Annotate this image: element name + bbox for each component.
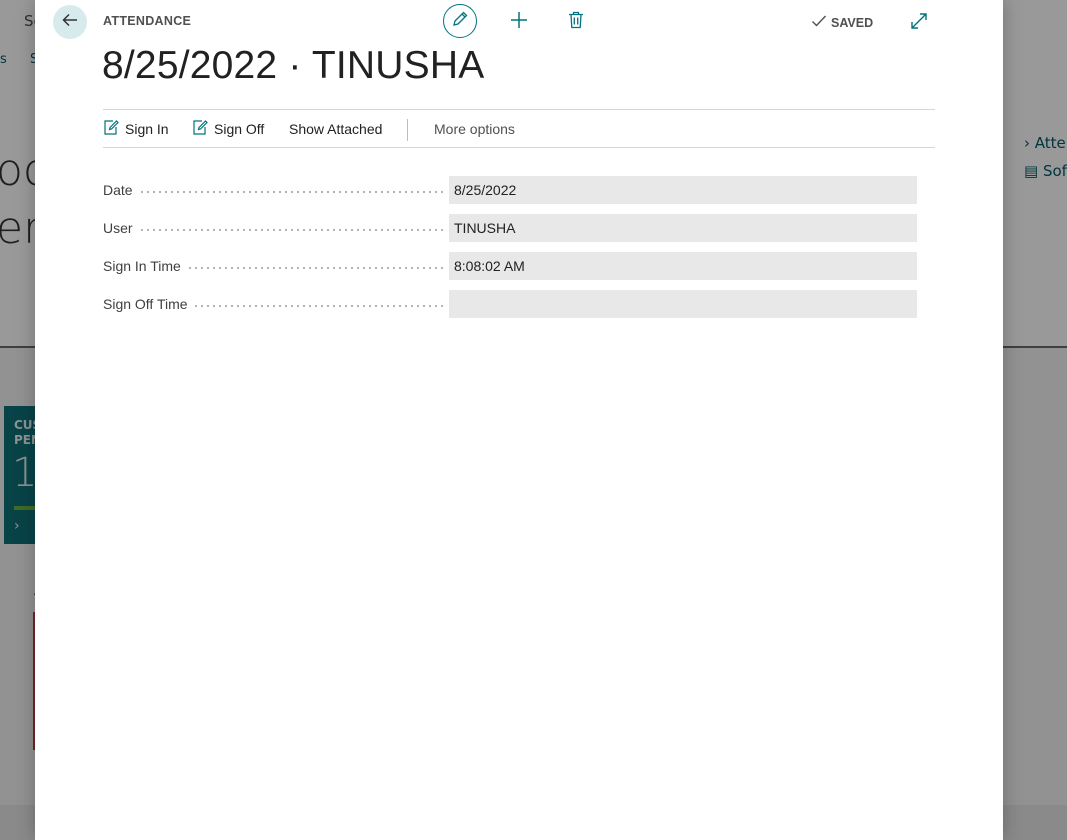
field-date: Date 8/25/2022 xyxy=(103,176,918,204)
checkmark-icon xyxy=(811,14,827,31)
field-label: Sign Off Time xyxy=(103,290,443,318)
page-caption: ATTENDANCE xyxy=(103,14,192,28)
more-options-button[interactable]: More options xyxy=(434,110,515,148)
saved-label: SAVED xyxy=(831,15,874,30)
back-button[interactable] xyxy=(53,5,87,39)
field-label: Sign In Time xyxy=(103,252,443,280)
arrow-left-icon xyxy=(61,11,79,33)
field-sign-in-time: Sign In Time 8:08:02 AM xyxy=(103,252,918,280)
pencil-icon xyxy=(451,10,469,32)
new-button[interactable] xyxy=(508,11,530,33)
edit-button[interactable] xyxy=(443,4,477,38)
field-label: Date xyxy=(103,176,443,204)
delete-button[interactable] xyxy=(566,11,586,33)
page-title: 8/25/2022 · TINUSHA xyxy=(102,44,485,87)
field-label: User xyxy=(103,214,443,242)
edit-document-icon xyxy=(103,119,120,139)
date-field[interactable]: 8/25/2022 xyxy=(449,176,917,204)
sign-in-action[interactable]: Sign In xyxy=(103,110,169,148)
saved-indicator: SAVED xyxy=(811,14,873,31)
attendance-card-dialog: ATTENDANCE SAVED 8/25/2022 · TINUSHA Sig… xyxy=(35,0,1003,840)
action-bar-divider xyxy=(407,119,408,141)
field-sign-off-time: Sign Off Time xyxy=(103,290,918,318)
expand-button[interactable] xyxy=(908,12,930,34)
sign-off-time-field[interactable] xyxy=(449,290,917,318)
sign-in-time-field[interactable]: 8:08:02 AM xyxy=(449,252,917,280)
field-user: User TINUSHA xyxy=(103,214,918,242)
edit-document-icon xyxy=(192,119,209,139)
sign-off-action[interactable]: Sign Off xyxy=(192,110,264,148)
trash-icon xyxy=(568,11,584,33)
plus-icon xyxy=(509,10,529,34)
show-attached-action[interactable]: Show Attached xyxy=(289,110,382,148)
action-bar: Sign In Sign Off Show Attached More opti… xyxy=(103,109,935,148)
user-field[interactable]: TINUSHA xyxy=(449,214,917,242)
expand-icon xyxy=(910,12,928,34)
